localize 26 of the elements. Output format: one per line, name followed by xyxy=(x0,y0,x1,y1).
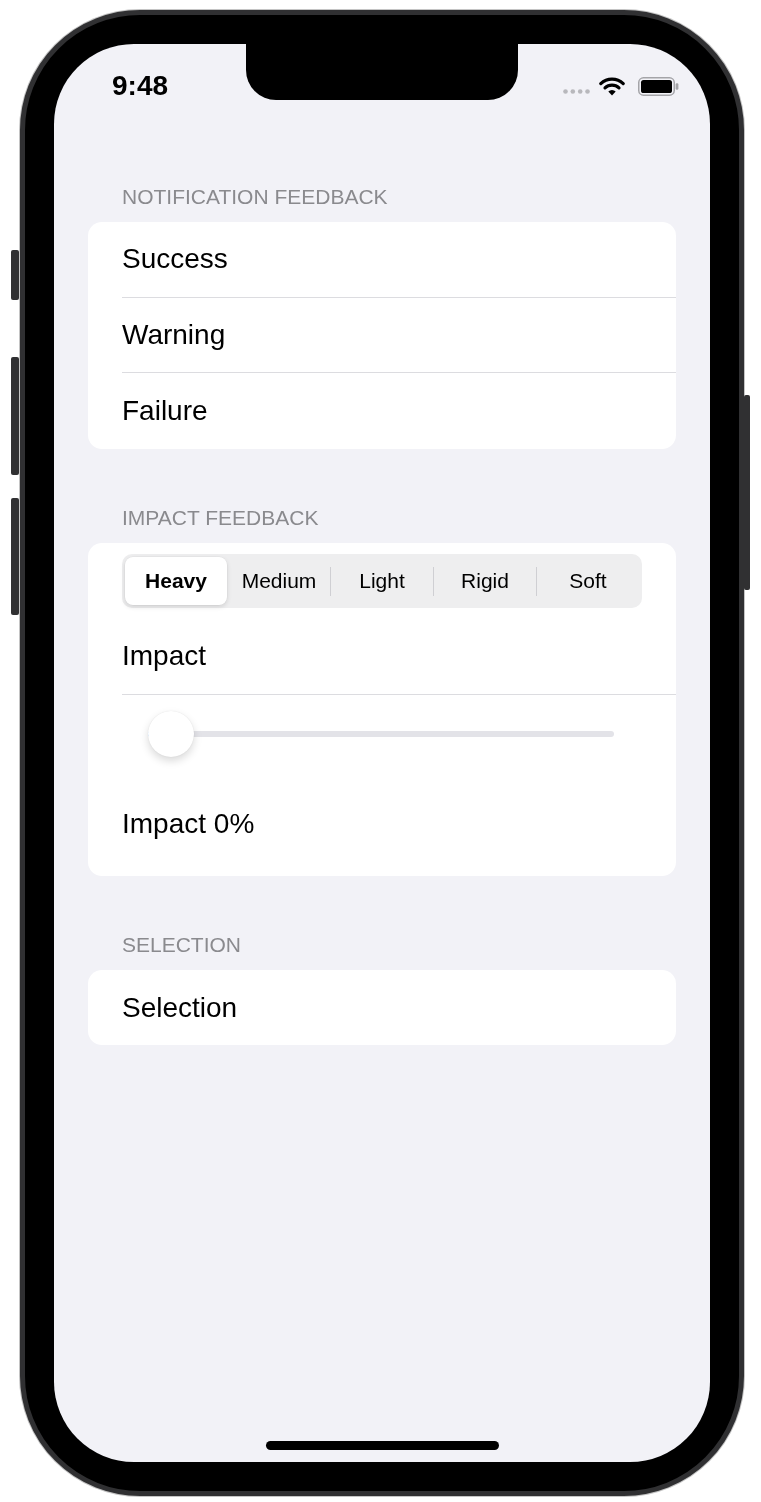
segment[interactable]: Medium xyxy=(228,557,330,606)
wifi-icon xyxy=(599,76,625,96)
slider-thumb[interactable] xyxy=(148,710,194,757)
segment[interactable]: Rigid xyxy=(434,557,536,606)
segment[interactable]: Light xyxy=(331,557,433,606)
side-button[interactable] xyxy=(744,395,750,590)
battery-icon xyxy=(638,76,679,96)
slider[interactable] xyxy=(148,710,614,757)
list-row-button[interactable]: Warning xyxy=(122,297,676,374)
segment[interactable]: Heavy xyxy=(125,557,227,606)
signal-icon xyxy=(563,88,590,94)
list-row-button[interactable]: Impact xyxy=(122,619,676,695)
home-indicator[interactable] xyxy=(265,1441,499,1450)
status-time: 9:48 xyxy=(112,70,169,102)
section-header: SELECTION xyxy=(122,931,243,957)
side-button[interactable] xyxy=(11,357,19,475)
value-label: Impact 0% xyxy=(122,807,255,842)
segmented-control[interactable]: Heavy Medium Light Rigid Soft xyxy=(122,554,642,609)
side-button[interactable] xyxy=(11,498,19,615)
section-header: IMPACT FEEDBACK xyxy=(122,505,320,531)
list-row-button[interactable]: Failure xyxy=(122,373,676,450)
list-row-button[interactable]: Success xyxy=(122,222,676,298)
segment[interactable]: Soft xyxy=(537,557,639,606)
list-row-button[interactable]: Selection xyxy=(122,969,676,1046)
side-button[interactable] xyxy=(11,250,19,300)
section-header: NOTIFICATION FEEDBACK xyxy=(122,184,389,209)
